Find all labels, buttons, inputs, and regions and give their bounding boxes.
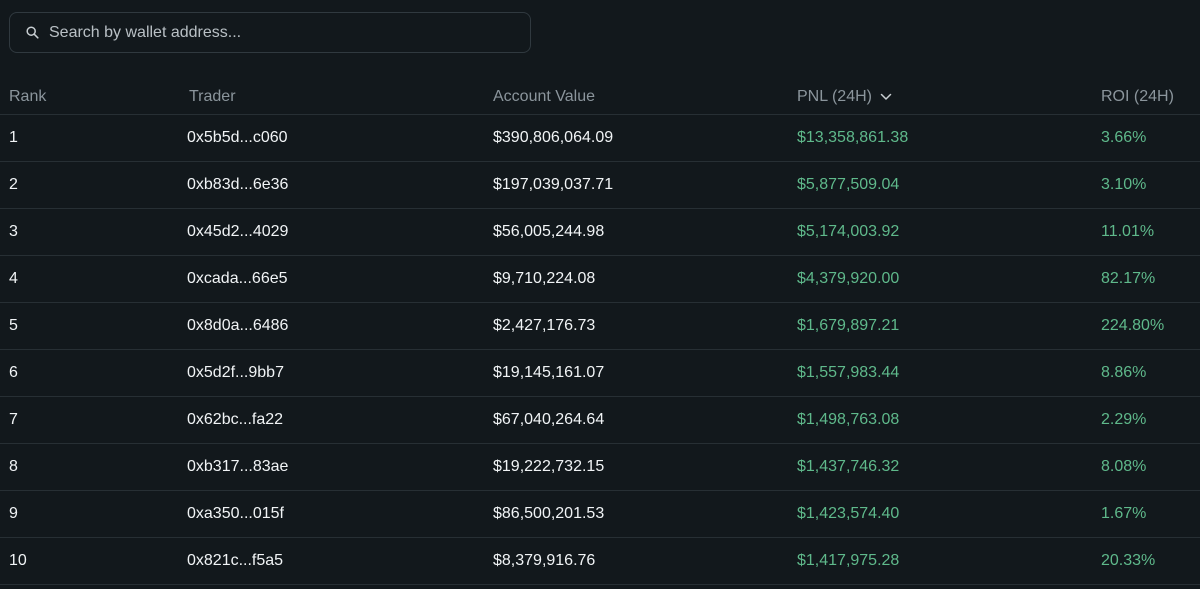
account-value-cell: $67,040,264.64 (493, 411, 605, 428)
rank-cell: 6 (9, 364, 18, 381)
table-header: Rank Trader Account Value PNL (24H) ROI … (0, 78, 1200, 115)
table-row[interactable]: 5 0x8d0a...6486 $2,427,176.73 $1,679,897.21… (0, 303, 1200, 350)
column-header-rank[interactable]: Rank (9, 78, 46, 115)
rank-cell: 2 (9, 176, 18, 193)
search-icon (25, 26, 39, 40)
trader-address-cell[interactable]: 0x45d2...4029 (187, 209, 288, 255)
rank-cell: 3 (9, 223, 18, 240)
rank-cell: 4 (9, 270, 18, 287)
trader-address-cell[interactable]: 0xb317...83ae (187, 444, 288, 490)
table-row[interactable]: 1 0x5b5d...c060 $390,806,064.09 $13,358,861… (0, 115, 1200, 162)
column-header-pnl[interactable]: PNL (24H) (797, 78, 892, 115)
roi-cell: 8.86% (1101, 364, 1147, 381)
roi-cell: 2.29% (1101, 411, 1147, 428)
column-header-pnl-label: PNL (24H) (797, 88, 872, 105)
rank-cell: 7 (9, 411, 18, 428)
search-bar[interactable] (9, 12, 531, 53)
account-value-cell: $86,500,201.53 (493, 505, 605, 522)
pnl-cell: $1,423,574.40 (797, 505, 900, 522)
trader-address-cell[interactable]: 0x62bc...fa22 (187, 397, 283, 443)
leaderboard-table: Rank Trader Account Value PNL (24H) ROI … (0, 78, 1200, 585)
rank-cell: 8 (9, 458, 18, 475)
pnl-cell: $4,379,920.00 (797, 270, 900, 287)
table-body: 1 0x5b5d...c060 $390,806,064.09 $13,358,861… (0, 115, 1200, 585)
roi-cell: 8.08% (1101, 458, 1147, 475)
table-row[interactable]: 6 0x5d2f...9bb7 $19,145,161.07 $1,557,983.4… (0, 350, 1200, 397)
rank-cell: 5 (9, 317, 18, 334)
table-row[interactable]: 8 0xb317...83ae $19,222,732.15 $1,437,746.3… (0, 444, 1200, 491)
rank-cell: 10 (9, 552, 27, 569)
trader-address-cell[interactable]: 0x8d0a...6486 (187, 303, 288, 349)
table-row[interactable]: 9 0xa350...015f $86,500,201.53 $1,423,574.4… (0, 491, 1200, 538)
account-value-cell: $197,039,037.71 (493, 176, 614, 193)
account-value-cell: $2,427,176.73 (493, 317, 596, 334)
column-header-trader[interactable]: Trader (189, 78, 236, 115)
table-row[interactable]: 2 0xb83d...6e36 $197,039,037.71 $5,877,509.… (0, 162, 1200, 209)
roi-cell: 11.01% (1101, 223, 1155, 240)
pnl-cell: $1,437,746.32 (797, 458, 900, 475)
account-value-cell: $9,710,224.08 (493, 270, 596, 287)
table-row[interactable]: 10 0x821c...f5a5 $8,379,916.76 $1,417,975.2… (0, 538, 1200, 585)
rank-cell: 9 (9, 505, 18, 522)
trader-address-cell[interactable]: 0x5b5d...c060 (187, 115, 288, 161)
account-value-cell: $8,379,916.76 (493, 552, 596, 569)
table-row[interactable]: 7 0x62bc...fa22 $67,040,264.64 $1,498,763.0… (0, 397, 1200, 444)
roi-cell: 3.66% (1101, 129, 1147, 146)
pnl-cell: $1,417,975.28 (797, 552, 900, 569)
account-value-cell: $19,145,161.07 (493, 364, 605, 381)
pnl-cell: $1,498,763.08 (797, 411, 900, 428)
trader-address-cell[interactable]: 0xa350...015f (187, 491, 284, 537)
roi-cell: 1.67% (1101, 505, 1147, 522)
account-value-cell: $19,222,732.15 (493, 458, 605, 475)
roi-cell: 224.80% (1101, 317, 1165, 334)
column-header-roi[interactable]: ROI (24H) (1101, 78, 1174, 115)
pnl-cell: $1,557,983.44 (797, 364, 900, 381)
trader-address-cell[interactable]: 0xb83d...6e36 (187, 162, 288, 208)
table-row[interactable]: 4 0xcada...66e5 $9,710,224.08 $4,379,920.00… (0, 256, 1200, 303)
chevron-down-icon[interactable] (880, 91, 892, 103)
pnl-cell: $1,679,897.21 (797, 317, 900, 334)
column-header-account-value[interactable]: Account Value (493, 78, 595, 115)
rank-cell: 1 (9, 129, 18, 146)
trader-address-cell[interactable]: 0xcada...66e5 (187, 256, 288, 302)
table-row[interactable]: 3 0x45d2...4029 $56,005,244.98 $5,174,003.9… (0, 209, 1200, 256)
roi-cell: 3.10% (1101, 176, 1147, 193)
roi-cell: 82.17% (1101, 270, 1156, 287)
leaderboard-page: Rank Trader Account Value PNL (24H) ROI … (0, 0, 1200, 589)
pnl-cell: $5,877,509.04 (797, 176, 900, 193)
search-input[interactable] (49, 13, 530, 52)
account-value-cell: $56,005,244.98 (493, 223, 605, 240)
trader-address-cell[interactable]: 0x5d2f...9bb7 (187, 350, 284, 396)
trader-address-cell[interactable]: 0x821c...f5a5 (187, 538, 283, 584)
pnl-cell: $13,358,861.38 (797, 129, 909, 146)
account-value-cell: $390,806,064.09 (493, 129, 614, 146)
pnl-cell: $5,174,003.92 (797, 223, 900, 240)
roi-cell: 20.33% (1101, 552, 1156, 569)
